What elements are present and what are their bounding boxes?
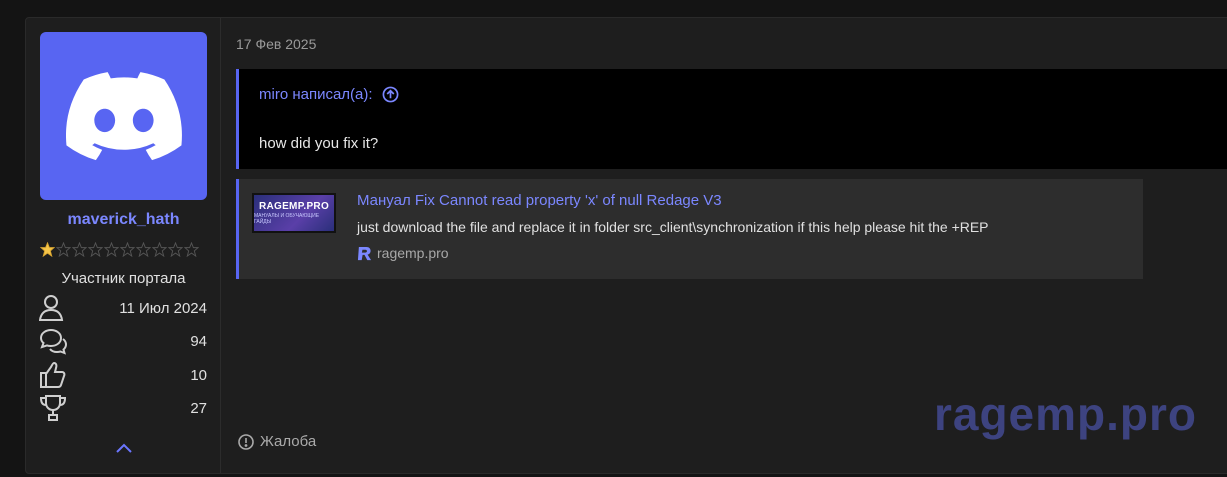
discord-logo-icon: [65, 72, 182, 161]
report-label: Жалоба: [260, 433, 317, 450]
stat-registration: 11 Июл 2024: [39, 294, 207, 322]
ragemp-logo-icon: [357, 246, 372, 260]
star-empty-icon: [72, 242, 87, 257]
user-icon: [39, 295, 64, 321]
stat-reactions: 10: [39, 361, 207, 389]
alert-circle-icon: [238, 433, 254, 450]
username-link[interactable]: maverick_hath: [26, 211, 221, 229]
avatar[interactable]: [40, 32, 207, 200]
quote-block: miro написал(а): how did you fix it?: [236, 69, 1227, 169]
quote-text: how did you fix it?: [259, 135, 379, 152]
stat-value: 94: [190, 332, 207, 350]
trophy-icon: [39, 395, 67, 421]
star-empty-icon: [88, 242, 103, 257]
quote-author-link[interactable]: miro написал(а):: [259, 86, 399, 103]
stat-value: 10: [190, 366, 207, 384]
link-preview[interactable]: RAGEMP.PRO МАНУАЛЫ И ОБУЧАЮЩИЕ ГАЙДЫ Ман…: [236, 179, 1143, 279]
collapse-chevron-up-icon[interactable]: [114, 440, 134, 456]
thumb-subtitle: МАНУАЛЫ И ОБУЧАЮЩИЕ ГАЙДЫ: [254, 213, 320, 225]
link-preview-domain: ragemp.pro: [357, 245, 449, 261]
star-empty-icon: [104, 242, 119, 257]
stat-value: 27: [190, 399, 207, 417]
star-empty-icon: [152, 242, 167, 257]
star-empty-icon: [120, 242, 135, 257]
thumbs-up-icon: [40, 361, 66, 388]
link-preview-thumbnail[interactable]: RAGEMP.PRO МАНУАЛЫ И ОБУЧАЮЩИЕ ГАЙДЫ: [252, 193, 336, 233]
quote-author-label: miro написал(а):: [259, 86, 373, 103]
star-empty-icon: [184, 242, 199, 257]
stat-trophies: 27: [39, 394, 207, 422]
star-filled-icon: [40, 242, 55, 257]
stat-messages: 94: [39, 327, 207, 355]
arrow-up-circle-icon[interactable]: [382, 86, 399, 103]
link-preview-description: just download the file and replace it in…: [357, 219, 989, 235]
report-link[interactable]: Жалоба: [238, 433, 316, 450]
watermark: ragemp.pro: [933, 388, 1197, 440]
rating-stars: [40, 242, 199, 257]
star-empty-icon: [168, 242, 183, 257]
user-sidebar: maverick_hath Участник портала 11 Июл 20…: [26, 18, 221, 473]
thumb-title: RAGEMP.PRO: [258, 201, 330, 212]
star-empty-icon: [136, 242, 151, 257]
post-date[interactable]: 17 Фев 2025: [236, 36, 316, 52]
stat-value: 11 Июл 2024: [119, 299, 207, 317]
star-empty-icon: [56, 242, 71, 257]
domain-text: ragemp.pro: [377, 245, 449, 261]
link-preview-title[interactable]: Мануал Fix Cannot read property 'x' of n…: [357, 192, 722, 209]
user-role: Участник портала: [61, 270, 186, 287]
messages-icon: [39, 328, 67, 355]
